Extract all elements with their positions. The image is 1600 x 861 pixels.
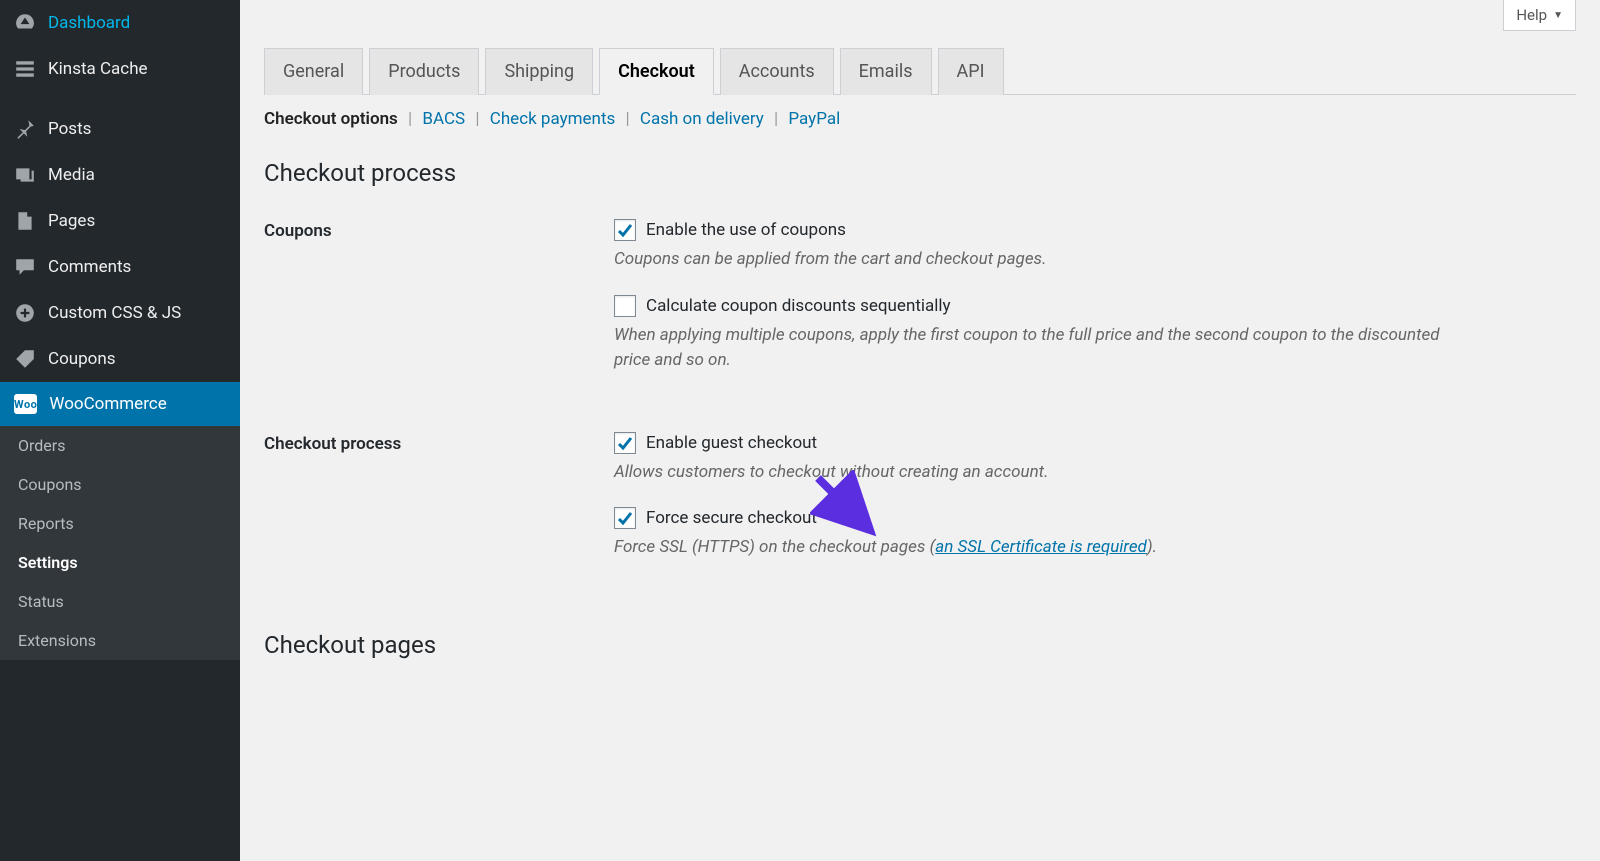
desc-enable-coupons: Coupons can be applied from the cart and… [614, 247, 1474, 273]
submenu-status[interactable]: Status [0, 582, 240, 621]
submenu-coupons[interactable]: Coupons [0, 465, 240, 504]
tab-api[interactable]: API [938, 48, 1004, 95]
tab-products[interactable]: Products [369, 48, 479, 95]
subsection-paypal[interactable]: PayPal [788, 109, 840, 129]
menu-item-dashboard[interactable]: Dashboard [0, 0, 240, 46]
submenu-orders[interactable]: Orders [0, 426, 240, 465]
woocommerce-icon: Woo [14, 394, 37, 414]
tag-icon [14, 348, 36, 370]
checkbox-guest-checkout[interactable]: Enable guest checkout [614, 432, 1566, 454]
menu-item-custom-css-js[interactable]: Custom CSS & JS [0, 290, 240, 336]
submenu-reports[interactable]: Reports [0, 504, 240, 543]
checkbox-label: Enable guest checkout [646, 433, 817, 453]
media-icon [14, 164, 36, 186]
menu-item-coupons[interactable]: Coupons [0, 336, 240, 382]
section-heading-checkout-pages: Checkout pages [264, 631, 1576, 659]
menu-label: Dashboard [48, 13, 130, 33]
tab-general[interactable]: General [264, 48, 363, 95]
subsection-check-payments[interactable]: Check payments [490, 109, 616, 129]
menu-item-pages[interactable]: Pages [0, 198, 240, 244]
pages-icon [14, 210, 36, 232]
menu-label: Media [48, 165, 95, 185]
row-label-checkout-process: Checkout process [264, 414, 604, 601]
subsection-cash-on-delivery[interactable]: Cash on delivery [640, 109, 764, 129]
comments-icon [14, 256, 36, 278]
tab-shipping[interactable]: Shipping [485, 48, 593, 95]
settings-form: Coupons Enable the use of coupons Coupon… [264, 201, 1576, 601]
checkbox-icon [614, 432, 636, 454]
woocommerce-submenu: Orders Coupons Reports Settings Status E… [0, 426, 240, 660]
menu-label: Pages [48, 211, 95, 231]
tab-checkout[interactable]: Checkout [599, 48, 714, 95]
checkout-subsections: Checkout options | BACS | Check payments… [264, 109, 1576, 129]
checkbox-label: Force secure checkout [646, 508, 817, 528]
help-tab[interactable]: Help ▼ [1503, 0, 1576, 31]
checkbox-icon [614, 295, 636, 317]
checkbox-label: Enable the use of coupons [646, 220, 846, 240]
checkbox-enable-coupons[interactable]: Enable the use of coupons [614, 219, 1566, 241]
checkbox-icon [614, 507, 636, 529]
ssl-required-link[interactable]: an SSL Certificate is required [935, 537, 1147, 557]
help-label: Help [1516, 6, 1547, 24]
plus-circle-icon [14, 302, 36, 324]
menu-item-media[interactable]: Media [0, 152, 240, 198]
submenu-settings[interactable]: Settings [0, 543, 240, 582]
submenu-extensions[interactable]: Extensions [0, 621, 240, 660]
menu-label: Posts [48, 119, 91, 139]
desc-guest-checkout: Allows customers to checkout without cre… [614, 460, 1474, 486]
menu-label: WooCommerce [49, 394, 166, 414]
main-content: Help ▼ General Products Shipping Checkou… [240, 0, 1600, 709]
subsection-bacs[interactable]: BACS [422, 109, 465, 129]
menu-item-woocommerce[interactable]: Woo WooCommerce [0, 382, 240, 426]
desc-force-secure: Force SSL (HTTPS) on the checkout pages … [614, 535, 1474, 561]
pin-icon [14, 118, 36, 140]
dashboard-icon [14, 12, 36, 34]
menu-item-comments[interactable]: Comments [0, 244, 240, 290]
menu-label: Custom CSS & JS [48, 303, 181, 323]
settings-tabs: General Products Shipping Checkout Accou… [264, 0, 1576, 95]
tab-accounts[interactable]: Accounts [720, 48, 834, 95]
checkbox-force-secure[interactable]: Force secure checkout [614, 507, 1566, 529]
menu-item-kinsta-cache[interactable]: Kinsta Cache [0, 46, 240, 92]
chevron-down-icon: ▼ [1553, 10, 1563, 21]
menu-label: Kinsta Cache [48, 59, 148, 79]
desc-sequential-discounts: When applying multiple coupons, apply th… [614, 323, 1474, 374]
admin-sidebar: Dashboard Kinsta Cache Posts Media Pages… [0, 0, 240, 861]
checkbox-label: Calculate coupon discounts sequentially [646, 296, 951, 316]
subsection-checkout-options[interactable]: Checkout options [264, 109, 398, 129]
row-label-coupons: Coupons [264, 201, 604, 414]
menu-label: Coupons [48, 349, 116, 369]
tab-emails[interactable]: Emails [840, 48, 932, 95]
menu-label: Comments [48, 257, 131, 277]
checkbox-icon [614, 219, 636, 241]
checkbox-sequential-discounts[interactable]: Calculate coupon discounts sequentially [614, 295, 1566, 317]
section-heading-checkout-process: Checkout process [264, 159, 1576, 187]
menu-item-posts[interactable]: Posts [0, 106, 240, 152]
cache-icon [14, 58, 36, 80]
